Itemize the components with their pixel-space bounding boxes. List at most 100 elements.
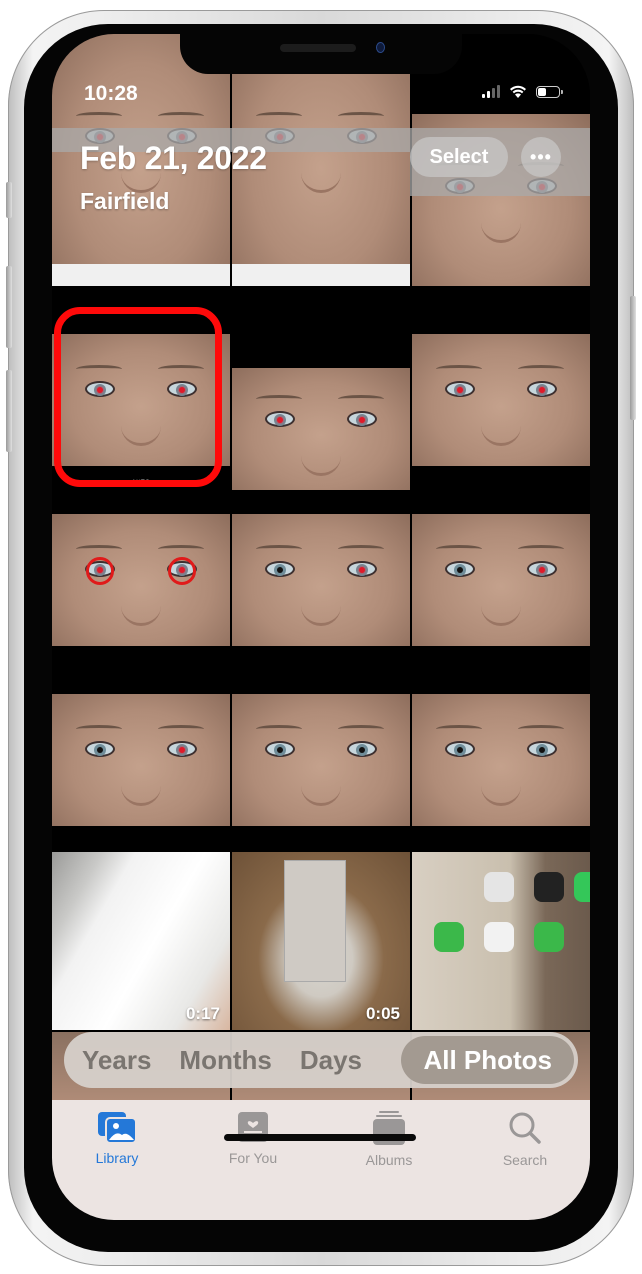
eye (346, 741, 377, 758)
view-all-photos[interactable]: All Photos (401, 1036, 574, 1084)
more-button[interactable]: ••• (521, 137, 561, 177)
face-image (232, 368, 410, 490)
eyebrow (517, 725, 564, 733)
nose (301, 443, 341, 477)
eyebrow (256, 545, 303, 553)
photos-screen: AUTO 0:17 0:05 Feb 21, 2022 Fairfield Sele… (52, 34, 590, 1220)
face-image (232, 514, 410, 646)
eye (445, 561, 476, 578)
view-months[interactable]: Months (165, 1036, 285, 1084)
photo-thumbnail[interactable] (232, 672, 410, 850)
photo-thumbnail[interactable] (232, 492, 410, 670)
eyebrow (256, 112, 303, 120)
photo-thumbnail[interactable]: 0:05 (232, 852, 410, 1030)
eyebrow (76, 112, 123, 120)
nose (481, 593, 521, 627)
battery-icon (536, 85, 563, 98)
library-icon (98, 1112, 137, 1144)
eye (166, 557, 197, 586)
search-icon (509, 1112, 541, 1144)
select-button[interactable]: Select (410, 137, 508, 177)
eye (265, 741, 296, 758)
eye (85, 557, 116, 586)
eyebrow (337, 395, 384, 403)
photo-thumbnail[interactable] (412, 312, 590, 490)
highlight-box (54, 307, 222, 487)
red-eye-circle (167, 557, 196, 586)
tab-label: Library (95, 1150, 139, 1166)
eye (265, 411, 296, 428)
video-duration: 0:05 (365, 1004, 400, 1023)
signal-bar (482, 94, 485, 98)
speaker (280, 44, 356, 52)
photo-thumbnail[interactable] (52, 492, 230, 670)
front-camera (376, 42, 385, 53)
eye (526, 741, 557, 758)
eyebrow (436, 545, 483, 553)
app-icon (434, 922, 464, 952)
tab-label: Albums (365, 1152, 413, 1168)
face-image (52, 514, 230, 646)
eyebrow (517, 365, 564, 373)
tab-bar: Library For You Albums Search (52, 1100, 590, 1220)
eyebrow (76, 545, 123, 553)
eyebrow (157, 112, 204, 120)
view-years[interactable]: Years (68, 1036, 165, 1084)
nose (121, 773, 161, 807)
tab-library[interactable]: Library (62, 1110, 172, 1166)
photo-thumbnail[interactable] (412, 852, 590, 1030)
cellular-signal-icon (482, 85, 500, 98)
nose (301, 160, 341, 194)
photo-thumbnail[interactable] (52, 672, 230, 850)
eyebrow (436, 365, 483, 373)
app-icon (574, 872, 590, 902)
nose (481, 210, 521, 244)
white-border (52, 264, 230, 286)
eye (445, 741, 476, 758)
photo-thumbnail[interactable]: 0:17 (52, 852, 230, 1030)
eye (526, 381, 557, 398)
header-location[interactable]: Fairfield (80, 188, 169, 215)
photo-thumbnail[interactable] (232, 312, 410, 490)
app-icon (534, 922, 564, 952)
eye (85, 741, 116, 758)
status-time: 10:28 (84, 82, 138, 105)
red-eye-circle (86, 557, 115, 586)
view-switcher: Years Months Days All Photos (64, 1032, 578, 1088)
photo-thumbnail[interactable] (412, 672, 590, 850)
home-indicator[interactable] (224, 1134, 416, 1141)
face-image (232, 694, 410, 826)
eyebrow (157, 725, 204, 733)
nose (121, 593, 161, 627)
eyebrow (517, 545, 564, 553)
ellipsis-icon: ••• (530, 146, 552, 167)
white-border (232, 264, 410, 286)
volume-down-button (6, 370, 12, 452)
face-image (412, 514, 590, 646)
battery-nub (561, 89, 563, 94)
face-image (412, 694, 590, 826)
eye (265, 561, 296, 578)
eyebrow (337, 545, 384, 553)
face-image (52, 694, 230, 826)
eyebrow (337, 112, 384, 120)
eye (346, 561, 377, 578)
app-icon (484, 872, 514, 902)
eye (346, 411, 377, 428)
nose (301, 773, 341, 807)
signal-bar (492, 88, 495, 98)
tab-label: Search (502, 1152, 548, 1168)
tab-label: For You (228, 1150, 278, 1166)
eye (526, 561, 557, 578)
view-days[interactable]: Days (286, 1036, 376, 1084)
eyebrow (337, 725, 384, 733)
nose (481, 413, 521, 447)
eyebrow (256, 395, 303, 403)
signal-bar (497, 85, 500, 98)
photo-thumbnail[interactable] (412, 492, 590, 670)
signal-bar (487, 91, 490, 98)
nose (481, 773, 521, 807)
eyebrow (436, 725, 483, 733)
eyebrow (76, 725, 123, 733)
tab-search[interactable]: Search (470, 1110, 580, 1168)
